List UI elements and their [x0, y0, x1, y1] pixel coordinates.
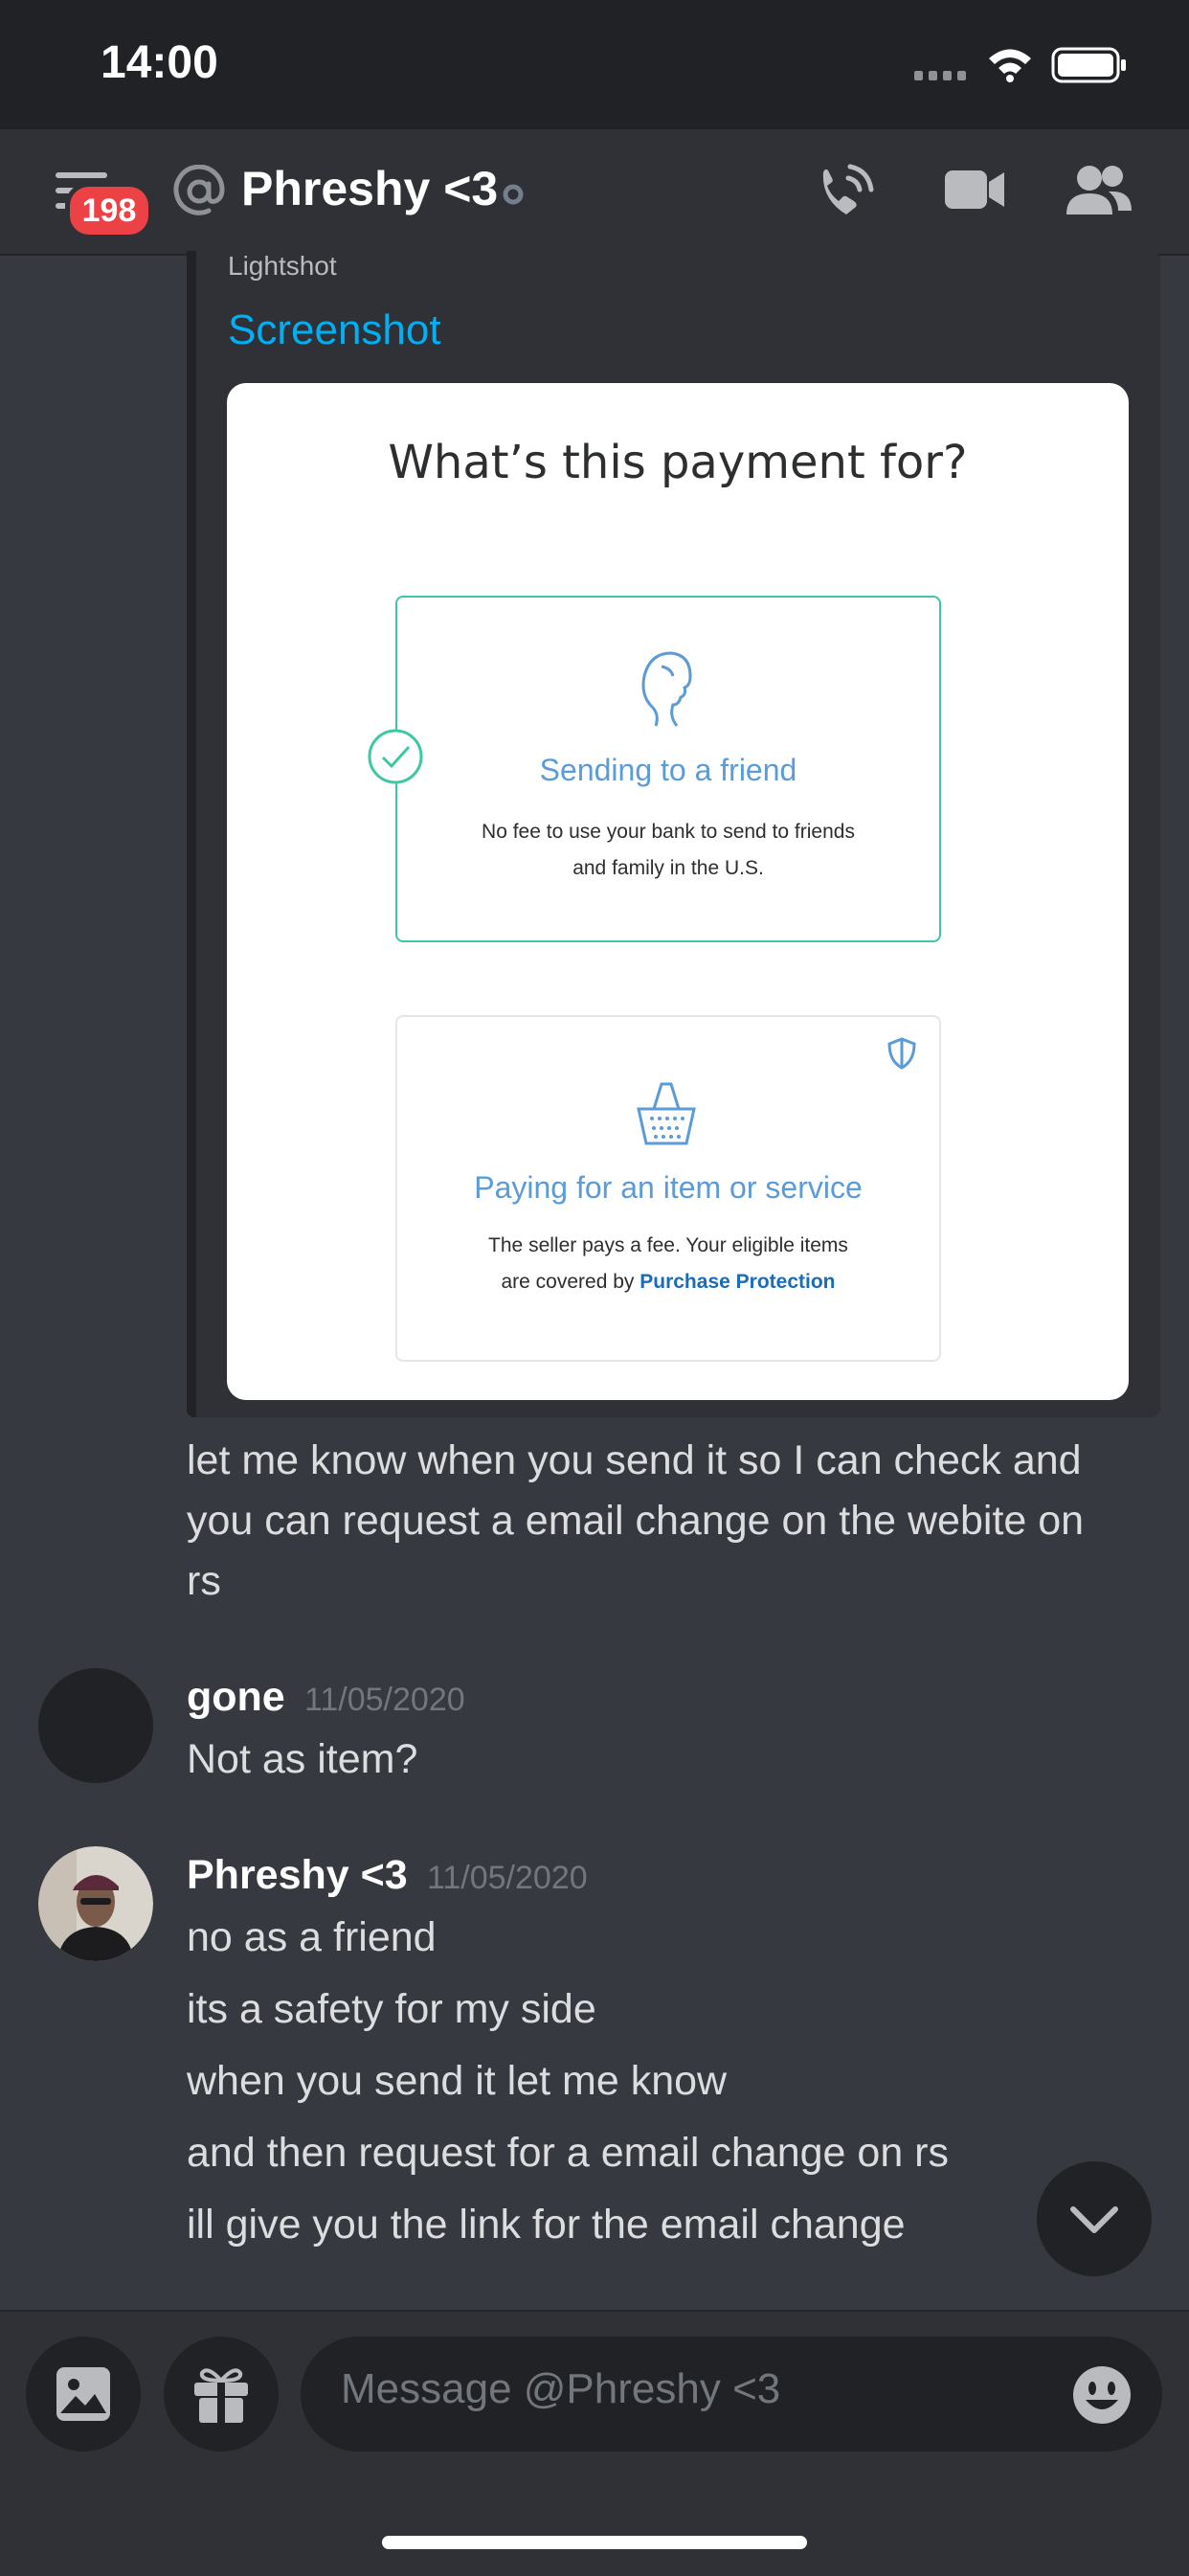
- gift-button[interactable]: [164, 2337, 279, 2452]
- wifi-icon: [989, 49, 1031, 82]
- purchase-protection-link[interactable]: Purchase Protection: [639, 1271, 835, 1293]
- call-icon[interactable]: [814, 161, 875, 222]
- item-option-card: Paying for an item or service The seller…: [395, 1015, 941, 1362]
- message-text: Not as item?: [187, 1736, 418, 1782]
- at-icon: [173, 165, 225, 215]
- avatar[interactable]: [38, 1846, 153, 1961]
- message-text: rs: [187, 1558, 221, 1604]
- status-dot-icon: [503, 184, 524, 205]
- item-option-desc-1: The seller pays a fee. Your eligible ite…: [488, 1234, 848, 1256]
- home-indicator: [382, 2536, 807, 2549]
- embed-provider: Lightshot: [228, 251, 337, 281]
- status-time: 14:00: [101, 37, 218, 88]
- message-text: when you send it let me know: [187, 2058, 728, 2104]
- shopping-basket-icon: [637, 1082, 696, 1145]
- message-timestamp: 11/05/2020: [304, 1682, 465, 1718]
- item-option-desc-2: are covered by Purchase Protection: [436, 1264, 901, 1300]
- video-icon[interactable]: [943, 165, 1006, 215]
- shield-icon: [887, 1037, 916, 1070]
- channel-name[interactable]: Phreshy <3: [241, 161, 498, 216]
- members-icon[interactable]: [1065, 163, 1133, 216]
- battery-icon: [1051, 47, 1126, 83]
- message-text: you can request a email change on the we…: [187, 1498, 1085, 1544]
- gift-icon: [194, 2368, 248, 2423]
- embed-title-link[interactable]: Screenshot: [228, 306, 441, 354]
- friend-option-title: Sending to a friend: [539, 753, 797, 787]
- emoji-icon[interactable]: [1070, 2363, 1133, 2427]
- friend-option-card: Sending to a friend No fee to use your b…: [395, 596, 941, 942]
- message-text: let me know when you send it so I can ch…: [187, 1437, 1082, 1483]
- check-circle-icon: [368, 729, 423, 784]
- person-head-icon: [641, 651, 692, 727]
- message-text: ill give you the link for the email chan…: [187, 2202, 906, 2248]
- message-username[interactable]: gone: [187, 1674, 285, 1721]
- message-text: no as a friend: [187, 1914, 437, 1960]
- image-icon: [56, 2367, 110, 2421]
- avatar[interactable]: [38, 1668, 153, 1783]
- message-username[interactable]: Phreshy <3: [187, 1852, 408, 1899]
- message-text: and then request for a email change on r…: [187, 2130, 950, 2176]
- item-option-title: Paying for an item or service: [474, 1170, 863, 1205]
- unread-badge: 198: [65, 182, 153, 239]
- friend-option-desc-2: and family in the U.S.: [572, 857, 764, 879]
- attach-image-button[interactable]: [26, 2337, 141, 2452]
- message-input-placeholder: Message @Phreshy <3: [341, 2365, 781, 2412]
- message-text: its a safety for my side: [187, 1986, 596, 2032]
- payment-heading: What’s this payment for?: [388, 436, 968, 489]
- item-option-desc-prefix: are covered by: [501, 1271, 640, 1293]
- jump-to-bottom-button[interactable]: [1037, 2161, 1152, 2276]
- cellular-signal-icon: [914, 71, 966, 80]
- chevron-down-icon: [1070, 2206, 1118, 2233]
- friend-option-desc-1: No fee to use your bank to send to frien…: [482, 821, 855, 843]
- message-timestamp: 11/05/2020: [427, 1860, 588, 1896]
